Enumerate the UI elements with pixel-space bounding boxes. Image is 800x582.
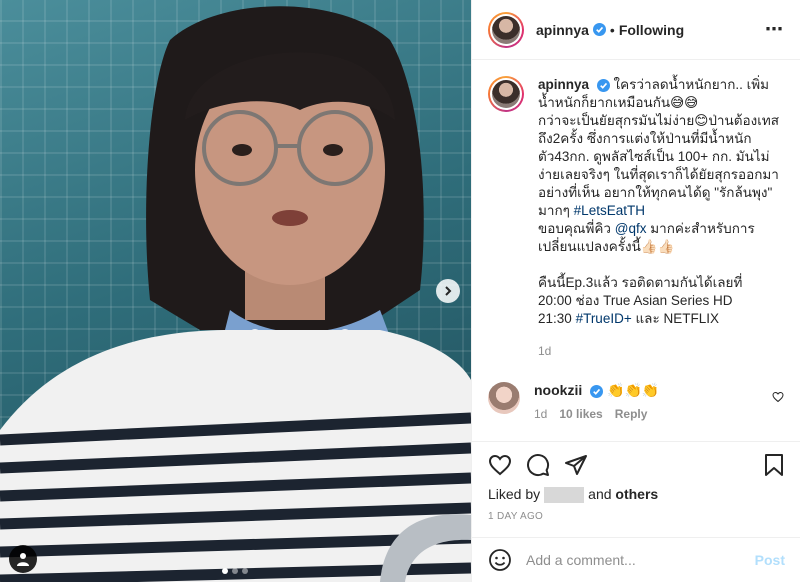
- emoji-smiley-icon[interactable]: [488, 548, 512, 572]
- caption-username[interactable]: apinnya: [538, 77, 589, 92]
- carousel-dot: [242, 568, 248, 574]
- like-heart-icon[interactable]: [488, 453, 512, 477]
- carousel-indicator: [222, 568, 248, 574]
- liked-by-user-redacted[interactable]: [544, 487, 585, 504]
- action-icon-row: [488, 442, 785, 488]
- liked-by-prefix: Liked by: [488, 486, 541, 502]
- comment-body: nookzii 👏👏👏 1d 10 likes Reply: [534, 382, 764, 421]
- save-bookmark-icon[interactable]: [763, 453, 785, 477]
- post-sidebar: apinnya • Following ⋯ apinnya ใครว่าลดน้…: [471, 0, 800, 582]
- comment-bubble-icon[interactable]: [526, 453, 550, 477]
- user-icon: [17, 553, 29, 566]
- author-avatar-image: [492, 15, 520, 44]
- reply-button[interactable]: Reply: [615, 407, 648, 421]
- comment-likes[interactable]: 10 likes: [559, 407, 602, 421]
- carousel-dot: [222, 568, 228, 574]
- comment-age: 1d: [534, 407, 548, 421]
- comment-input[interactable]: [526, 552, 746, 568]
- verified-badge-icon: [592, 23, 606, 36]
- post-actions: Liked by and others 1 DAY AGO: [472, 441, 800, 522]
- post-comment-button[interactable]: Post: [755, 552, 785, 568]
- liked-by-connector: and: [588, 486, 612, 502]
- caption-thanks-pre: ขอบคุณพี่คิว: [538, 221, 611, 236]
- commenter-avatar[interactable]: [488, 382, 520, 414]
- more-options-icon[interactable]: ⋯: [765, 19, 784, 40]
- author-username[interactable]: apinnya: [536, 22, 589, 38]
- post-media[interactable]: [0, 0, 471, 582]
- caption: apinnya ใครว่าลดน้ำหนักยาก.. เพิ่มน้ำหนั…: [488, 76, 784, 360]
- caption-body: apinnya ใครว่าลดน้ำหนักยาก.. เพิ่มน้ำหนั…: [538, 76, 784, 360]
- hashtag-link[interactable]: #TrueID+: [576, 311, 632, 326]
- liked-by-others-link[interactable]: others: [615, 486, 658, 502]
- verified-badge-icon: [596, 78, 610, 92]
- mention-link[interactable]: @qfx: [615, 221, 647, 236]
- comment-meta: 1d 10 likes Reply: [534, 407, 764, 421]
- chevron-right-icon: [445, 286, 452, 296]
- post-timestamp: 1 DAY AGO: [488, 511, 544, 523]
- comments-section: apinnya ใครว่าลดน้ำหนักยาก.. เพิ่มน้ำหนั…: [472, 60, 800, 441]
- share-paper-plane-icon[interactable]: [564, 453, 588, 477]
- author-avatar[interactable]: [488, 11, 524, 48]
- following-button[interactable]: Following: [619, 22, 684, 38]
- liked-by: Liked by and others: [488, 486, 785, 504]
- tagged-users-button[interactable]: [9, 545, 37, 573]
- carousel-next-button[interactable]: [436, 279, 460, 303]
- comment-like-heart-icon[interactable]: [772, 390, 784, 406]
- caption-schedule-3-time: 21:30: [538, 311, 572, 326]
- caption-avatar[interactable]: [488, 76, 524, 112]
- caption-age: 1d: [538, 344, 552, 358]
- post-photo: [0, 6, 471, 582]
- comment-text: 👏👏👏: [607, 382, 660, 398]
- add-comment-bar: Post: [472, 537, 800, 582]
- verified-badge-icon: [590, 384, 604, 398]
- caption-schedule-3-post: และ NETFLIX: [635, 311, 719, 326]
- comment: nookzii 👏👏👏 1d 10 likes Reply: [488, 382, 784, 421]
- hashtag-link[interactable]: #LetsEatTH: [574, 203, 645, 218]
- post-header: apinnya • Following ⋯: [472, 0, 800, 60]
- commenter-username[interactable]: nookzii: [534, 382, 582, 398]
- caption-schedule-2: 20:00 ช่อง True Asian Series HD: [538, 293, 733, 308]
- carousel-dot: [232, 568, 238, 574]
- header-separator: •: [609, 21, 615, 38]
- caption-schedule-1: คืนนี้Ep.3แล้ว รอติดตามกันได้เลยที่: [538, 275, 743, 290]
- caption-avatar-image: [492, 80, 520, 108]
